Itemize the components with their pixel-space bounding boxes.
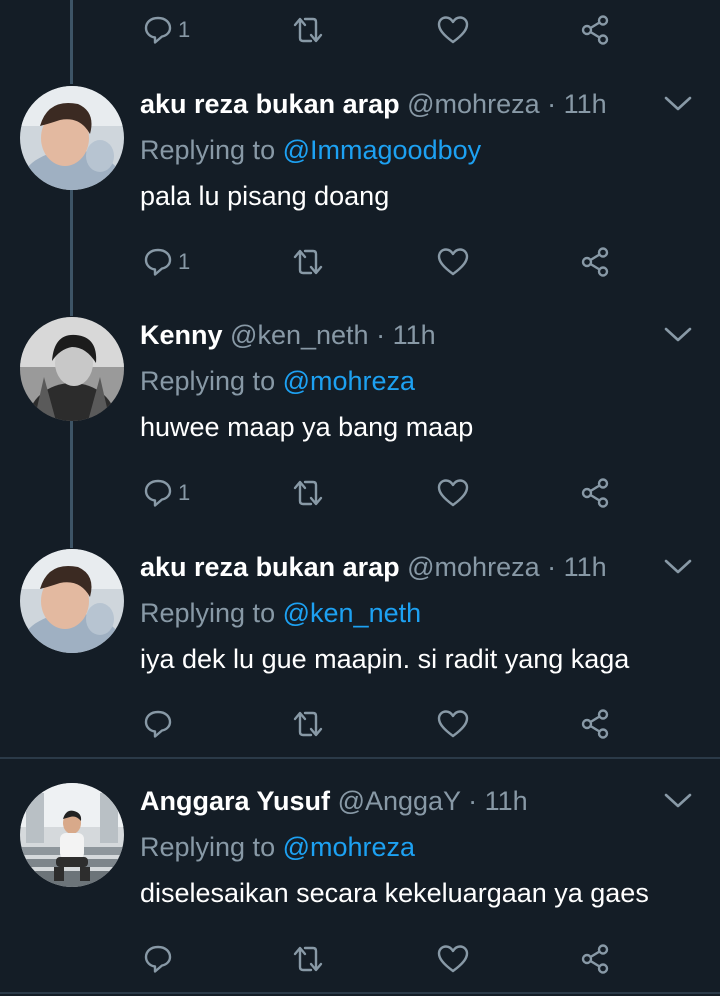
tweet-header: Anggara Yusuf @AnggaY · 11h	[140, 783, 528, 819]
display-name[interactable]: Anggara Yusuf	[140, 786, 330, 816]
user-handle[interactable]: @mohreza	[407, 552, 539, 582]
tweet-actions: 1	[0, 473, 720, 513]
tweet-divider	[0, 992, 720, 994]
reply-count: 1	[178, 249, 191, 274]
timestamp[interactable]: 11h	[485, 786, 528, 816]
chevron-down-icon[interactable]	[662, 92, 694, 116]
reply-button[interactable]: 1	[142, 10, 190, 50]
mention-link[interactable]: @mohreza	[283, 832, 415, 862]
replying-to: Replying to @ken_neth	[140, 595, 421, 631]
share-button[interactable]	[580, 10, 612, 50]
replying-to: Replying to @mohreza	[140, 363, 415, 399]
share-button[interactable]	[580, 704, 612, 744]
timestamp[interactable]: 11h	[564, 552, 607, 582]
tweet-actions: 1	[0, 242, 720, 282]
heart-icon	[437, 479, 469, 507]
avatar[interactable]	[20, 549, 124, 653]
user-handle[interactable]: @AnggaY	[338, 786, 461, 816]
avatar[interactable]	[20, 86, 124, 190]
retweet-button[interactable]	[290, 704, 326, 744]
user-handle[interactable]: @mohreza	[407, 89, 539, 119]
share-icon	[581, 709, 609, 739]
mention-link[interactable]: @Immagoodboy	[283, 135, 482, 165]
like-button[interactable]	[436, 704, 470, 744]
reply-icon	[144, 248, 172, 276]
retweet-button[interactable]	[290, 473, 326, 513]
reply-icon	[144, 16, 172, 44]
share-icon	[581, 15, 609, 45]
like-button[interactable]	[436, 939, 470, 979]
retweet-button[interactable]	[290, 242, 326, 282]
replying-to-label: Replying to	[140, 832, 276, 862]
tweet-text: huwee maap ya bang maap	[140, 412, 474, 442]
like-button[interactable]	[436, 473, 470, 513]
heart-icon	[437, 945, 469, 973]
replying-to: Replying to @Immagoodboy	[140, 132, 481, 168]
retweet-button[interactable]	[290, 10, 326, 50]
tweet-divider	[0, 757, 720, 759]
reply-icon	[144, 945, 172, 973]
reply-button[interactable]: 1	[142, 242, 190, 282]
tweet-header: aku reza bukan arap @mohreza · 11h	[140, 549, 607, 585]
timestamp[interactable]: 11h	[393, 320, 436, 350]
reply-button[interactable]	[142, 939, 178, 979]
heart-icon	[437, 248, 469, 276]
separator-dot: ·	[376, 320, 386, 350]
avatar[interactable]	[20, 783, 124, 887]
reply-button[interactable]: 1	[142, 473, 190, 513]
user-handle[interactable]: @ken_neth	[230, 320, 369, 350]
like-button[interactable]	[436, 242, 470, 282]
reply-icon	[144, 710, 172, 738]
tweet-header: Kenny @ken_neth · 11h	[140, 317, 436, 353]
replying-to-label: Replying to	[140, 366, 276, 396]
reply-count: 1	[178, 480, 191, 505]
share-icon	[581, 944, 609, 974]
chevron-down-icon[interactable]	[662, 323, 694, 347]
tweet-text: pala lu pisang doang	[140, 181, 390, 211]
share-icon	[581, 247, 609, 277]
retweet-icon	[293, 17, 323, 43]
share-button[interactable]	[580, 473, 612, 513]
retweet-icon	[293, 249, 323, 275]
reply-count: 1	[178, 17, 191, 42]
like-button[interactable]	[436, 10, 470, 50]
display-name[interactable]: aku reza bukan arap	[140, 552, 400, 582]
tweet-text: iya dek lu gue maapin. si radit yang kag…	[140, 644, 630, 674]
retweet-button[interactable]	[290, 939, 326, 979]
separator-dot: ·	[547, 552, 557, 582]
timestamp[interactable]: 11h	[564, 89, 607, 119]
mention-link[interactable]: @mohreza	[283, 366, 415, 396]
retweet-icon	[293, 946, 323, 972]
display-name[interactable]: aku reza bukan arap	[140, 89, 400, 119]
mention-link[interactable]: @ken_neth	[283, 598, 422, 628]
replying-to-label: Replying to	[140, 598, 276, 628]
tweet-actions: 1	[0, 10, 720, 50]
tweet-text: diselesaikan secara kekeluargaan ya gaes	[140, 878, 649, 908]
share-icon	[581, 478, 609, 508]
display-name[interactable]: Kenny	[140, 320, 223, 350]
replying-to-label: Replying to	[140, 135, 276, 165]
reply-button[interactable]	[142, 704, 178, 744]
heart-icon	[437, 16, 469, 44]
chevron-down-icon[interactable]	[662, 789, 694, 813]
heart-icon	[437, 710, 469, 738]
retweet-icon	[293, 480, 323, 506]
tweet-header: aku reza bukan arap @mohreza · 11h	[140, 86, 607, 122]
separator-dot: ·	[468, 786, 478, 816]
chevron-down-icon[interactable]	[662, 555, 694, 579]
share-button[interactable]	[580, 939, 612, 979]
tweet-actions	[0, 939, 720, 979]
reply-icon	[144, 479, 172, 507]
avatar[interactable]	[20, 317, 124, 421]
retweet-icon	[293, 711, 323, 737]
replying-to: Replying to @mohreza	[140, 829, 415, 865]
tweet-actions	[0, 704, 720, 744]
share-button[interactable]	[580, 242, 612, 282]
separator-dot: ·	[547, 89, 557, 119]
